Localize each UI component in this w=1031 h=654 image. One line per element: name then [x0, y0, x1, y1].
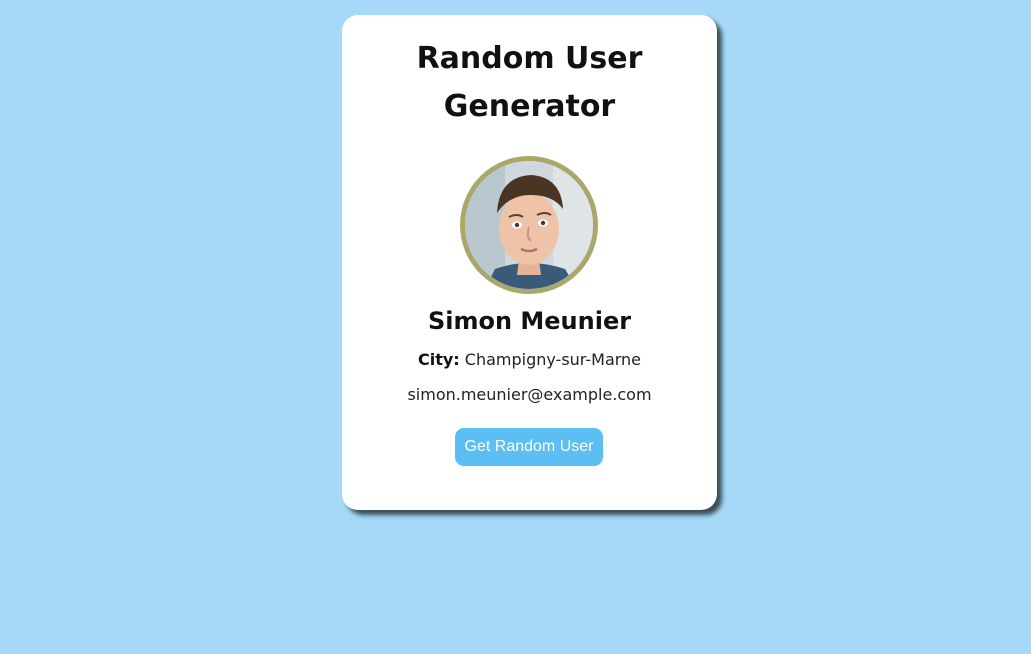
page-title: Random User Generator [416, 41, 643, 124]
user-city: City: Champigny-sur-Marne [342, 349, 717, 371]
user-email: simon.meunier@example.com [407, 385, 652, 404]
user-name: Simon Meunier [427, 307, 632, 335]
city-label: City: [417, 350, 460, 369]
avatar [460, 156, 598, 294]
get-random-user-button[interactable]: Get Random User [455, 428, 603, 466]
avatar-photo [465, 161, 593, 289]
city-value: Champigny-sur-Marne [464, 350, 642, 369]
user-card: Random User Generator Simon Meunier City… [342, 15, 717, 510]
